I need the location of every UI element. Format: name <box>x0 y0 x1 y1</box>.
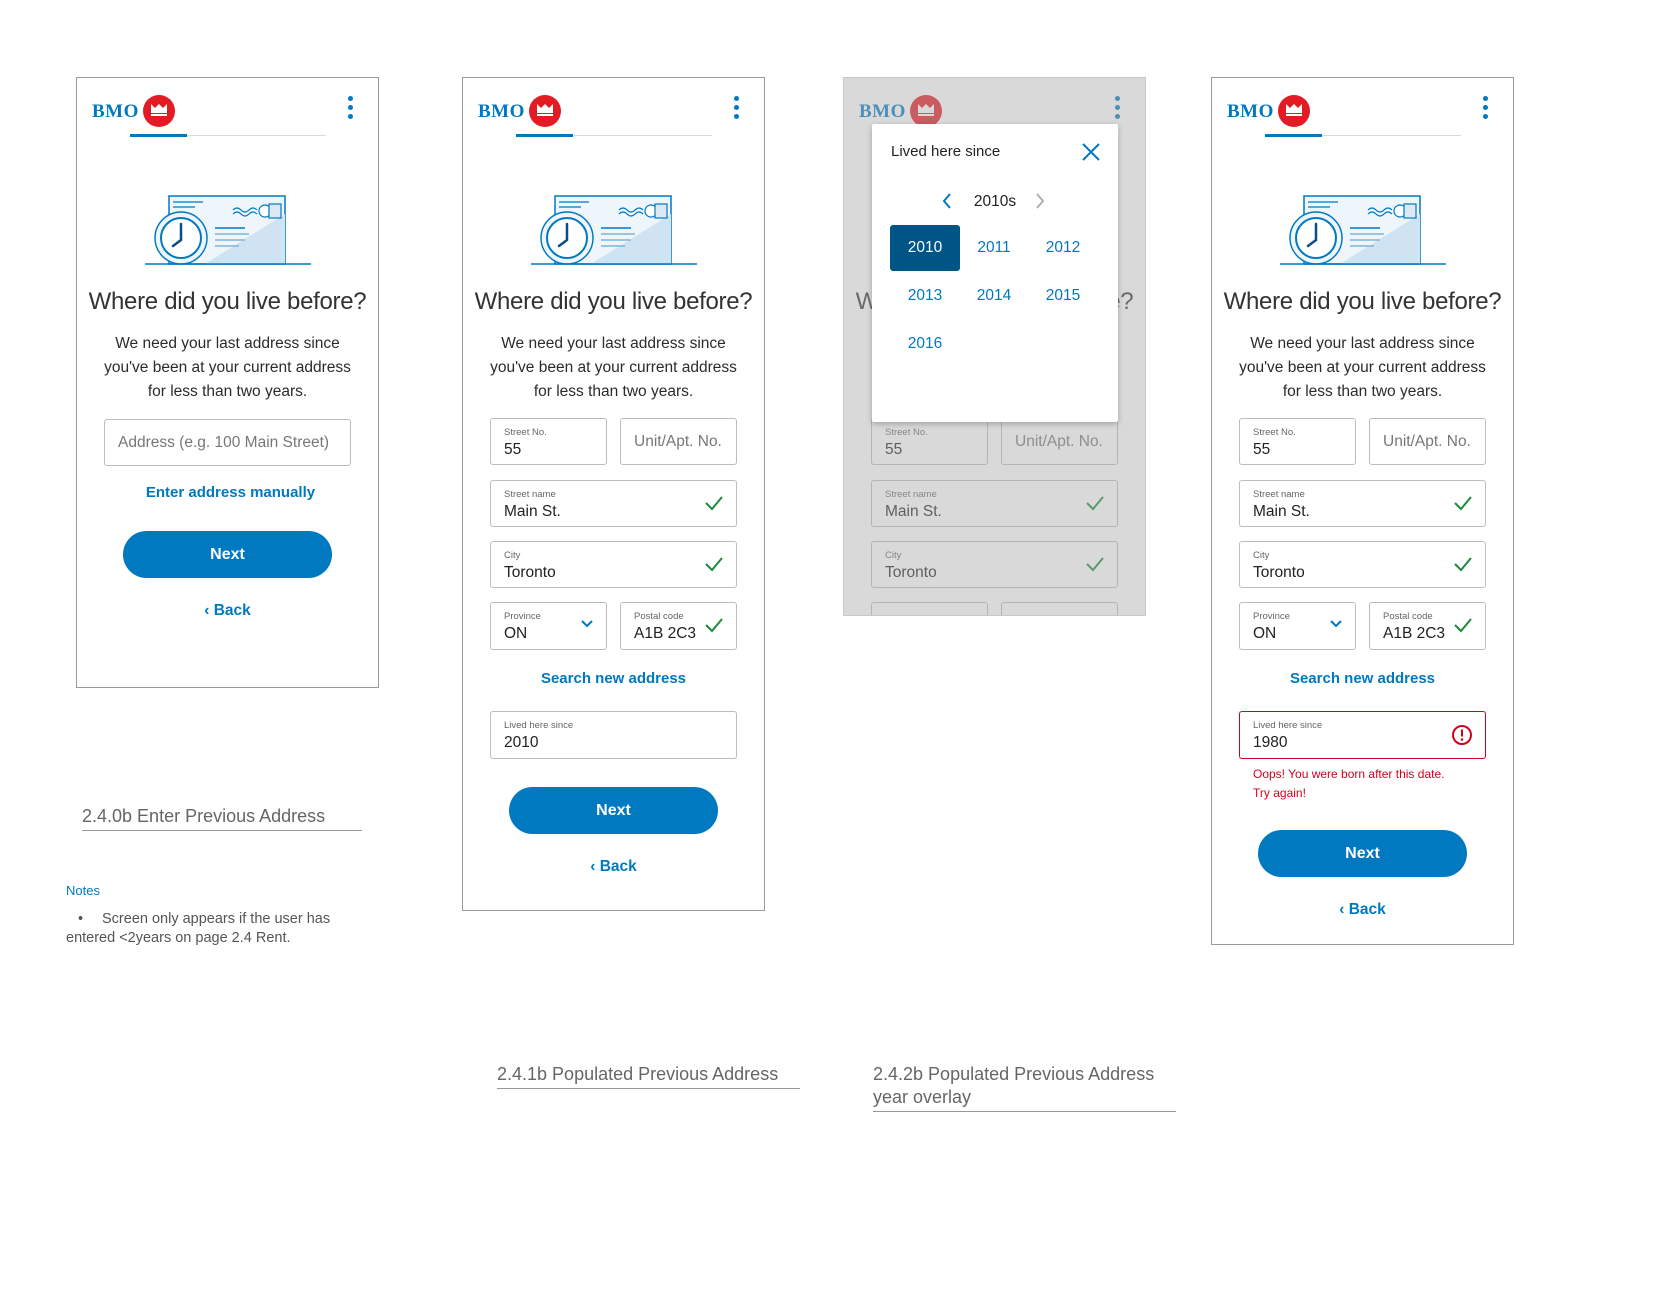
postal-code-field[interactable]: Postal code A1B 2C3 <box>1369 602 1486 650</box>
bmo-roundel-icon <box>1278 95 1310 127</box>
screen-year-overlay: BMO Where did you live before? Street No… <box>843 77 1146 616</box>
enter-address-manually-link[interactable]: Enter address manually <box>83 484 378 501</box>
close-icon[interactable] <box>1081 142 1101 162</box>
brand-name: BMO <box>1227 101 1274 122</box>
page-title: Where did you live before? <box>1223 288 1502 315</box>
more-options-icon[interactable] <box>348 96 354 122</box>
decade-label: 2010s <box>973 193 1017 210</box>
lived-here-since-field-error[interactable]: Lived here since 1980 <box>1239 711 1486 759</box>
back-link[interactable]: ‹ Back <box>1212 901 1513 919</box>
chevron-right-icon[interactable] <box>1034 192 1046 210</box>
lived-here-since-field[interactable]: Lived here since 2010 <box>490 711 737 759</box>
address-clock-illustration <box>1280 194 1446 266</box>
valid-check-icon <box>704 617 724 633</box>
address-search-input[interactable]: Address (e.g. 100 Main Street) <box>104 419 351 466</box>
valid-check-icon <box>1453 556 1473 572</box>
page-subtext: We need your last address since you've b… <box>490 335 737 400</box>
caption-screen-3: 2.4.2b Populated Previous Address year o… <box>873 1063 1176 1112</box>
chevron-left-icon: ‹ <box>590 858 600 875</box>
page-title: Where did you live before? <box>474 288 753 315</box>
chevron-down-icon <box>580 619 594 629</box>
page-subtext: We need your last address since you've b… <box>104 335 351 400</box>
chevron-left-icon: ‹ <box>204 602 214 619</box>
year-option-2012[interactable]: 2012 <box>1028 225 1098 271</box>
more-options-icon[interactable] <box>1483 96 1489 122</box>
modal-title: Lived here since <box>891 143 1001 160</box>
next-button[interactable]: Next <box>1258 830 1467 877</box>
chevron-left-icon: ‹ <box>1339 901 1349 918</box>
screen-populated-previous-address: BMO Where did you live before? We need y… <box>462 77 765 911</box>
chevron-down-icon <box>1329 619 1343 629</box>
search-new-address-link[interactable]: Search new address <box>463 670 764 687</box>
bmo-roundel-icon <box>143 95 175 127</box>
valid-check-icon <box>704 495 724 511</box>
year-option-2011[interactable]: 2011 <box>959 225 1029 271</box>
street-name-field[interactable]: Street name Main St. <box>1239 480 1486 527</box>
page-title: Where did you live before? <box>88 288 367 315</box>
progress-fill <box>516 134 573 137</box>
year-option-2016[interactable]: 2016 <box>890 321 960 367</box>
year-option-2010[interactable]: 2010 <box>890 225 960 271</box>
year-option-2014[interactable]: 2014 <box>959 273 1029 319</box>
caption-screen-2: 2.4.1b Populated Previous Address <box>497 1063 800 1089</box>
province-select[interactable]: Province ON <box>490 602 607 650</box>
year-option-2015[interactable]: 2015 <box>1028 273 1098 319</box>
valid-check-icon <box>704 556 724 572</box>
valid-check-icon <box>1453 495 1473 511</box>
postal-code-field[interactable]: Postal code A1B 2C3 <box>620 602 737 650</box>
brand-name: BMO <box>92 101 139 122</box>
notes-title: Notes <box>66 883 100 898</box>
year-picker-modal: Lived here since 2010s 2010 2011 2012 20… <box>872 124 1118 422</box>
street-number-field[interactable]: Street No. 55 <box>1239 418 1356 465</box>
search-new-address-link[interactable]: Search new address <box>1212 670 1513 687</box>
more-options-icon[interactable] <box>734 96 740 122</box>
address-clock-illustration <box>145 194 311 266</box>
next-button[interactable]: Next <box>509 787 718 834</box>
caption-screen-1: 2.4.0b Enter Previous Address <box>82 805 362 831</box>
next-button[interactable]: Next <box>123 531 332 578</box>
unit-apt-field[interactable]: Unit/Apt. No. <box>1369 418 1486 465</box>
error-alert-icon <box>1452 725 1472 745</box>
province-select[interactable]: Province ON <box>1239 602 1356 650</box>
city-field[interactable]: City Toronto <box>1239 541 1486 588</box>
error-message: Oops! You were born after this date. Try… <box>1253 767 1445 800</box>
back-link[interactable]: ‹ Back <box>77 602 378 620</box>
back-link[interactable]: ‹ Back <box>463 858 764 876</box>
page-subtext: We need your last address since you've b… <box>1239 335 1486 400</box>
bmo-roundel-icon <box>529 95 561 127</box>
city-field[interactable]: City Toronto <box>490 541 737 588</box>
screen-lived-since-error: BMO Where did you live before? We need y… <box>1211 77 1514 945</box>
screen-enter-previous-address: BMO Where did you live before? We need y… <box>76 77 379 688</box>
year-option-2013[interactable]: 2013 <box>890 273 960 319</box>
brand-name: BMO <box>478 101 525 122</box>
progress-fill <box>1265 134 1322 137</box>
street-number-field[interactable]: Street No. 55 <box>490 418 607 465</box>
notes-body: • Screen only appears if the user has ent… <box>66 911 331 946</box>
valid-check-icon <box>1453 617 1473 633</box>
street-name-field[interactable]: Street name Main St. <box>490 480 737 527</box>
progress-fill <box>130 134 187 137</box>
address-clock-illustration <box>531 194 697 266</box>
unit-apt-field[interactable]: Unit/Apt. No. <box>620 418 737 465</box>
chevron-left-icon[interactable] <box>941 192 953 210</box>
